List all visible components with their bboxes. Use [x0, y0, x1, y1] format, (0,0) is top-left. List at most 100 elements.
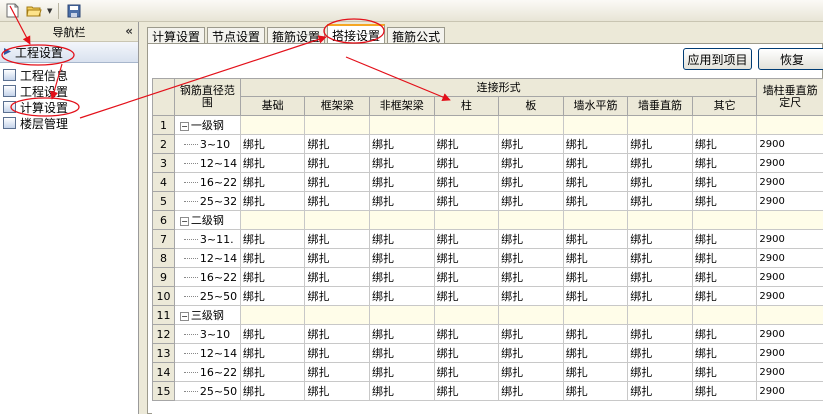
connection-type-cell[interactable] — [369, 305, 435, 325]
rebar-length-cell[interactable] — [756, 210, 823, 230]
connection-type-cell[interactable]: 绑扎 — [304, 248, 371, 268]
diameter-range-cell[interactable]: 16~22 — [173, 267, 241, 287]
connection-type-cell[interactable]: 绑扎 — [369, 324, 435, 344]
connection-type-cell[interactable]: 绑扎 — [433, 324, 500, 344]
diameter-range-cell[interactable]: 3~10 — [173, 134, 241, 154]
row-number[interactable]: 15 — [152, 381, 175, 401]
connection-type-cell[interactable]: 绑扎 — [691, 153, 758, 173]
connection-type-cell[interactable]: 绑扎 — [691, 324, 758, 344]
diameter-range-cell[interactable]: 12~14 — [173, 248, 241, 268]
connection-type-cell[interactable] — [691, 115, 758, 135]
diameter-range-cell[interactable]: 25~32 — [173, 191, 241, 211]
rebar-length-cell[interactable] — [756, 115, 823, 135]
row-number[interactable]: 7 — [152, 229, 175, 249]
tab-stirrup-settings[interactable]: 箍筋设置 — [267, 27, 326, 44]
rebar-length-cell[interactable]: 2900 — [756, 267, 823, 287]
connection-type-cell[interactable]: 绑扎 — [691, 343, 758, 363]
connection-type-cell[interactable]: 绑扎 — [498, 191, 564, 211]
connection-type-cell[interactable]: 绑扎 — [498, 134, 564, 154]
collapse-icon[interactable]: « — [125, 24, 133, 38]
diameter-range-cell[interactable]: 3~11. — [173, 229, 241, 249]
connection-type-cell[interactable]: 绑扎 — [562, 343, 629, 363]
connection-type-cell[interactable] — [498, 115, 564, 135]
connection-type-cell[interactable]: 绑扎 — [369, 248, 435, 268]
connection-type-cell[interactable]: 绑扎 — [239, 153, 306, 173]
connection-type-cell[interactable]: 绑扎 — [691, 229, 758, 249]
connection-type-cell[interactable]: 绑扎 — [498, 172, 564, 192]
connection-type-cell[interactable] — [304, 305, 371, 325]
collapse-tree-icon[interactable]: − — [179, 311, 189, 321]
connection-type-cell[interactable]: 绑扎 — [562, 153, 629, 173]
diameter-range-cell[interactable]: 16~22 — [173, 172, 241, 192]
connection-type-cell[interactable]: 绑扎 — [691, 267, 758, 287]
connection-type-cell[interactable] — [433, 305, 500, 325]
connection-type-cell[interactable]: 绑扎 — [239, 286, 306, 306]
nav-item-calc-settings[interactable]: 计算设置 — [0, 99, 138, 115]
tab-stirrup-formula[interactable]: 箍筋公式 — [387, 27, 446, 44]
connection-type-cell[interactable]: 绑扎 — [691, 362, 758, 382]
apply-to-project-button[interactable]: 应用到项目 — [683, 48, 752, 70]
row-number[interactable]: 5 — [152, 191, 175, 211]
rebar-length-cell[interactable]: 2900 — [756, 286, 823, 306]
connection-type-cell[interactable]: 绑扎 — [304, 229, 371, 249]
connection-type-cell[interactable]: 绑扎 — [627, 362, 693, 382]
connection-type-cell[interactable]: 绑扎 — [304, 172, 371, 192]
connection-type-cell[interactable]: 绑扎 — [369, 172, 435, 192]
connection-type-cell[interactable]: 绑扎 — [304, 362, 371, 382]
connection-type-cell[interactable]: 绑扎 — [562, 229, 629, 249]
connection-type-cell[interactable] — [433, 210, 500, 230]
tab-lap-settings[interactable]: 搭接设置 — [327, 24, 386, 44]
nav-item-floor-management[interactable]: 楼层管理 — [0, 115, 138, 131]
connection-type-cell[interactable] — [627, 210, 693, 230]
connection-type-cell[interactable]: 绑扎 — [239, 381, 306, 401]
row-number[interactable]: 3 — [152, 153, 175, 173]
row-number[interactable]: 1 — [152, 115, 175, 135]
connection-type-cell[interactable] — [369, 210, 435, 230]
connection-type-cell[interactable]: 绑扎 — [691, 248, 758, 268]
connection-type-cell[interactable]: 绑扎 — [498, 248, 564, 268]
row-number[interactable]: 14 — [152, 362, 175, 382]
connection-type-cell[interactable] — [691, 305, 758, 325]
diameter-range-cell[interactable]: 3~10 — [173, 324, 241, 344]
connection-type-cell[interactable]: 绑扎 — [433, 153, 500, 173]
connection-type-cell[interactable]: 绑扎 — [691, 134, 758, 154]
connection-type-cell[interactable]: 绑扎 — [433, 286, 500, 306]
connection-type-cell[interactable]: 绑扎 — [304, 134, 371, 154]
connection-type-cell[interactable]: 绑扎 — [304, 324, 371, 344]
connection-type-cell[interactable]: 绑扎 — [562, 381, 629, 401]
connection-type-cell[interactable] — [239, 210, 306, 230]
connection-type-cell[interactable]: 绑扎 — [369, 267, 435, 287]
connection-type-cell[interactable]: 绑扎 — [498, 153, 564, 173]
connection-type-cell[interactable] — [691, 210, 758, 230]
connection-type-cell[interactable]: 绑扎 — [691, 381, 758, 401]
rebar-length-cell[interactable]: 2900 — [756, 343, 823, 363]
connection-type-cell[interactable] — [433, 115, 500, 135]
row-number[interactable]: 9 — [152, 267, 175, 287]
rebar-length-cell[interactable]: 2900 — [756, 172, 823, 192]
connection-type-cell[interactable]: 绑扎 — [369, 343, 435, 363]
connection-type-cell[interactable]: 绑扎 — [627, 267, 693, 287]
connection-type-cell[interactable]: 绑扎 — [562, 324, 629, 344]
row-number[interactable]: 2 — [152, 134, 175, 154]
connection-type-cell[interactable]: 绑扎 — [498, 362, 564, 382]
connection-type-cell[interactable] — [627, 305, 693, 325]
row-number[interactable]: 10 — [152, 286, 175, 306]
connection-type-cell[interactable]: 绑扎 — [239, 172, 306, 192]
connection-type-cell[interactable] — [239, 115, 306, 135]
connection-type-cell[interactable]: 绑扎 — [562, 191, 629, 211]
connection-type-cell[interactable]: 绑扎 — [433, 134, 500, 154]
connection-type-cell[interactable]: 绑扎 — [239, 229, 306, 249]
rebar-length-cell[interactable]: 2900 — [756, 191, 823, 211]
connection-type-cell[interactable]: 绑扎 — [562, 362, 629, 382]
connection-type-cell[interactable] — [498, 210, 564, 230]
connection-type-cell[interactable]: 绑扎 — [498, 324, 564, 344]
rebar-length-cell[interactable]: 2900 — [756, 134, 823, 154]
connection-type-cell[interactable]: 绑扎 — [627, 248, 693, 268]
connection-type-cell[interactable]: 绑扎 — [498, 229, 564, 249]
connection-type-cell[interactable] — [562, 115, 629, 135]
connection-type-cell[interactable]: 绑扎 — [369, 134, 435, 154]
dropdown-icon[interactable]: ▼ — [47, 7, 52, 15]
rebar-length-cell[interactable]: 2900 — [756, 381, 823, 401]
connection-type-cell[interactable]: 绑扎 — [239, 324, 306, 344]
diameter-range-cell[interactable]: 25~50 — [173, 286, 241, 306]
